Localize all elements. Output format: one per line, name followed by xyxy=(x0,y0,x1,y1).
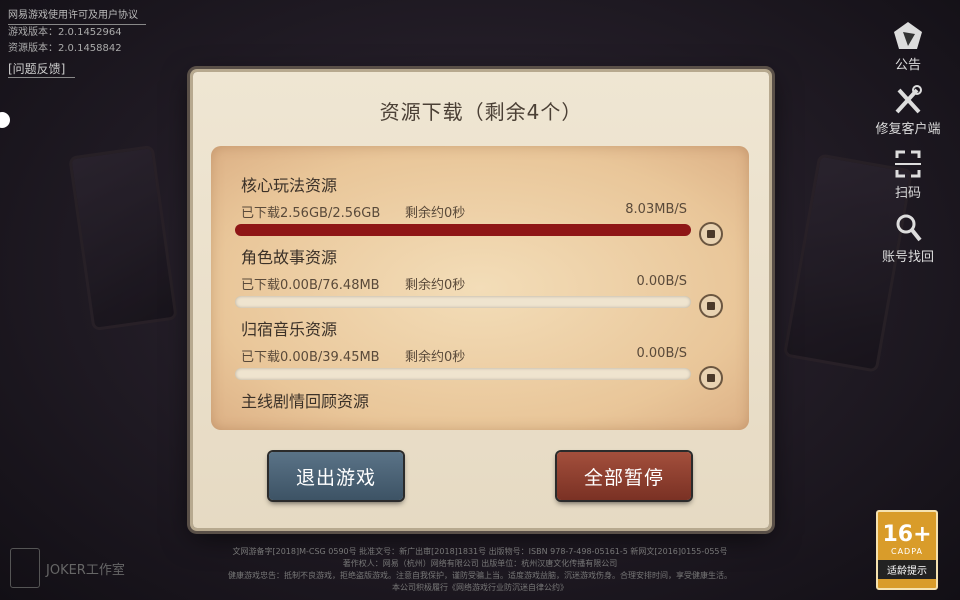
announcement-button[interactable]: 公告 xyxy=(868,20,948,84)
item-downloaded: 已下载0.00B/39.45MB xyxy=(241,350,380,365)
footer-line: 文网游备字[2018]M-CSG 0590号 批准文号：新广出审[2018]18… xyxy=(232,547,728,556)
top-info: 网易游戏使用许可及用户协议 游戏版本：2.0.1452964 资源版本：2.0.… xyxy=(8,8,146,79)
progress-bar xyxy=(235,368,691,380)
download-item: 归宿音乐资源 已下载0.00B/39.45MB 剩余约0秒 0.00B/S xyxy=(235,316,723,390)
item-downloaded: 已下载2.56GB/2.56GB xyxy=(241,206,381,221)
dialog-title: 资源下载（剩余4个） xyxy=(379,100,583,124)
item-name: 主线剧情回顾资源 xyxy=(241,392,370,411)
repair-tools-icon xyxy=(895,85,922,114)
resource-download-dialog: 资源下载（剩余4个） 核心玩法资源 已下载2.56GB/2.56GB 剩余约0秒… xyxy=(193,72,769,528)
right-menu: 公告 修复客户端 扫码 账号找回 xyxy=(868,20,948,276)
progress-bar xyxy=(235,296,691,308)
item-name: 归宿音乐资源 xyxy=(241,320,338,339)
item-pause-button[interactable] xyxy=(699,222,723,246)
account-recovery-icon xyxy=(896,214,922,242)
age-rating-tip: 适龄提示 xyxy=(878,560,936,579)
age-rating-badge[interactable]: 16+ CADPA 适龄提示 xyxy=(876,510,938,590)
account-recovery-button[interactable]: 账号找回 xyxy=(868,212,948,276)
progress-bar xyxy=(235,224,691,236)
download-list: 核心玩法资源 已下载2.56GB/2.56GB 剩余约0秒 8.03MB/S 角… xyxy=(211,146,749,430)
announcement-icon xyxy=(894,22,922,49)
account-recovery-label: 账号找回 xyxy=(881,250,934,265)
studio-logo-text: JOKER工作室 xyxy=(46,562,125,578)
game-version: 游戏版本：2.0.1452964 xyxy=(8,27,122,38)
footer-line: 健康游戏忠告：抵制不良游戏，拒绝盗版游戏。注意自我保护，谨防受骗上当。适度游戏益… xyxy=(228,571,732,580)
footer-legal: 文网游备字[2018]M-CSG 0590号 批准文号：新广出审[2018]18… xyxy=(190,546,770,594)
item-speed: 8.03MB/S xyxy=(625,202,687,217)
item-pause-button[interactable] xyxy=(699,294,723,318)
announcement-label: 公告 xyxy=(894,58,921,73)
item-speed: 0.00B/S xyxy=(636,346,688,361)
item-name: 角色故事资源 xyxy=(241,248,338,267)
item-downloaded: 已下载0.00B/76.48MB xyxy=(241,278,380,293)
floating-ball[interactable] xyxy=(0,112,10,128)
age-rating-org: CADPA xyxy=(890,547,923,556)
item-remaining-time: 剩余约0秒 xyxy=(405,350,466,365)
exit-game-button[interactable]: 退出游戏 xyxy=(269,452,403,500)
item-remaining-time: 剩余约0秒 xyxy=(405,206,466,221)
item-pause-button[interactable] xyxy=(699,366,723,390)
resource-version: 资源版本：2.0.1458842 xyxy=(8,43,122,54)
scan-label: 扫码 xyxy=(894,186,921,201)
repair-client-button[interactable]: 修复客户端 xyxy=(868,84,948,148)
background-card-left xyxy=(68,144,178,332)
studio-logo: JOKER工作室 xyxy=(10,548,125,588)
pause-all-button[interactable]: 全部暂停 xyxy=(557,452,691,500)
footer-line: 本公司积极履行《网络游戏行业防沉迷自律公约》 xyxy=(392,583,568,592)
scan-icon xyxy=(895,150,921,178)
age-rating-number: 16+ xyxy=(882,522,932,547)
download-item: 核心玩法资源 已下载2.56GB/2.56GB 剩余约0秒 8.03MB/S xyxy=(235,172,723,246)
repair-client-label: 修复客户端 xyxy=(875,122,941,137)
item-name: 核心玩法资源 xyxy=(241,176,338,195)
item-remaining-time: 剩余约0秒 xyxy=(405,278,466,293)
scan-button[interactable]: 扫码 xyxy=(868,148,948,212)
download-item: 角色故事资源 已下载0.00B/76.48MB 剩余约0秒 0.00B/S xyxy=(235,244,723,318)
license-link[interactable]: 网易游戏使用许可及用户协议 xyxy=(8,8,146,25)
download-item: 主线剧情回顾资源 xyxy=(241,388,711,412)
footer-line: 著作权人：网易（杭州）网络有限公司 出版单位：杭州汉唐文化传播有限公司 xyxy=(342,559,618,568)
studio-logo-mark xyxy=(10,548,40,588)
feedback-link[interactable]: [问题反馈] xyxy=(8,61,76,78)
item-speed: 0.00B/S xyxy=(636,274,688,289)
